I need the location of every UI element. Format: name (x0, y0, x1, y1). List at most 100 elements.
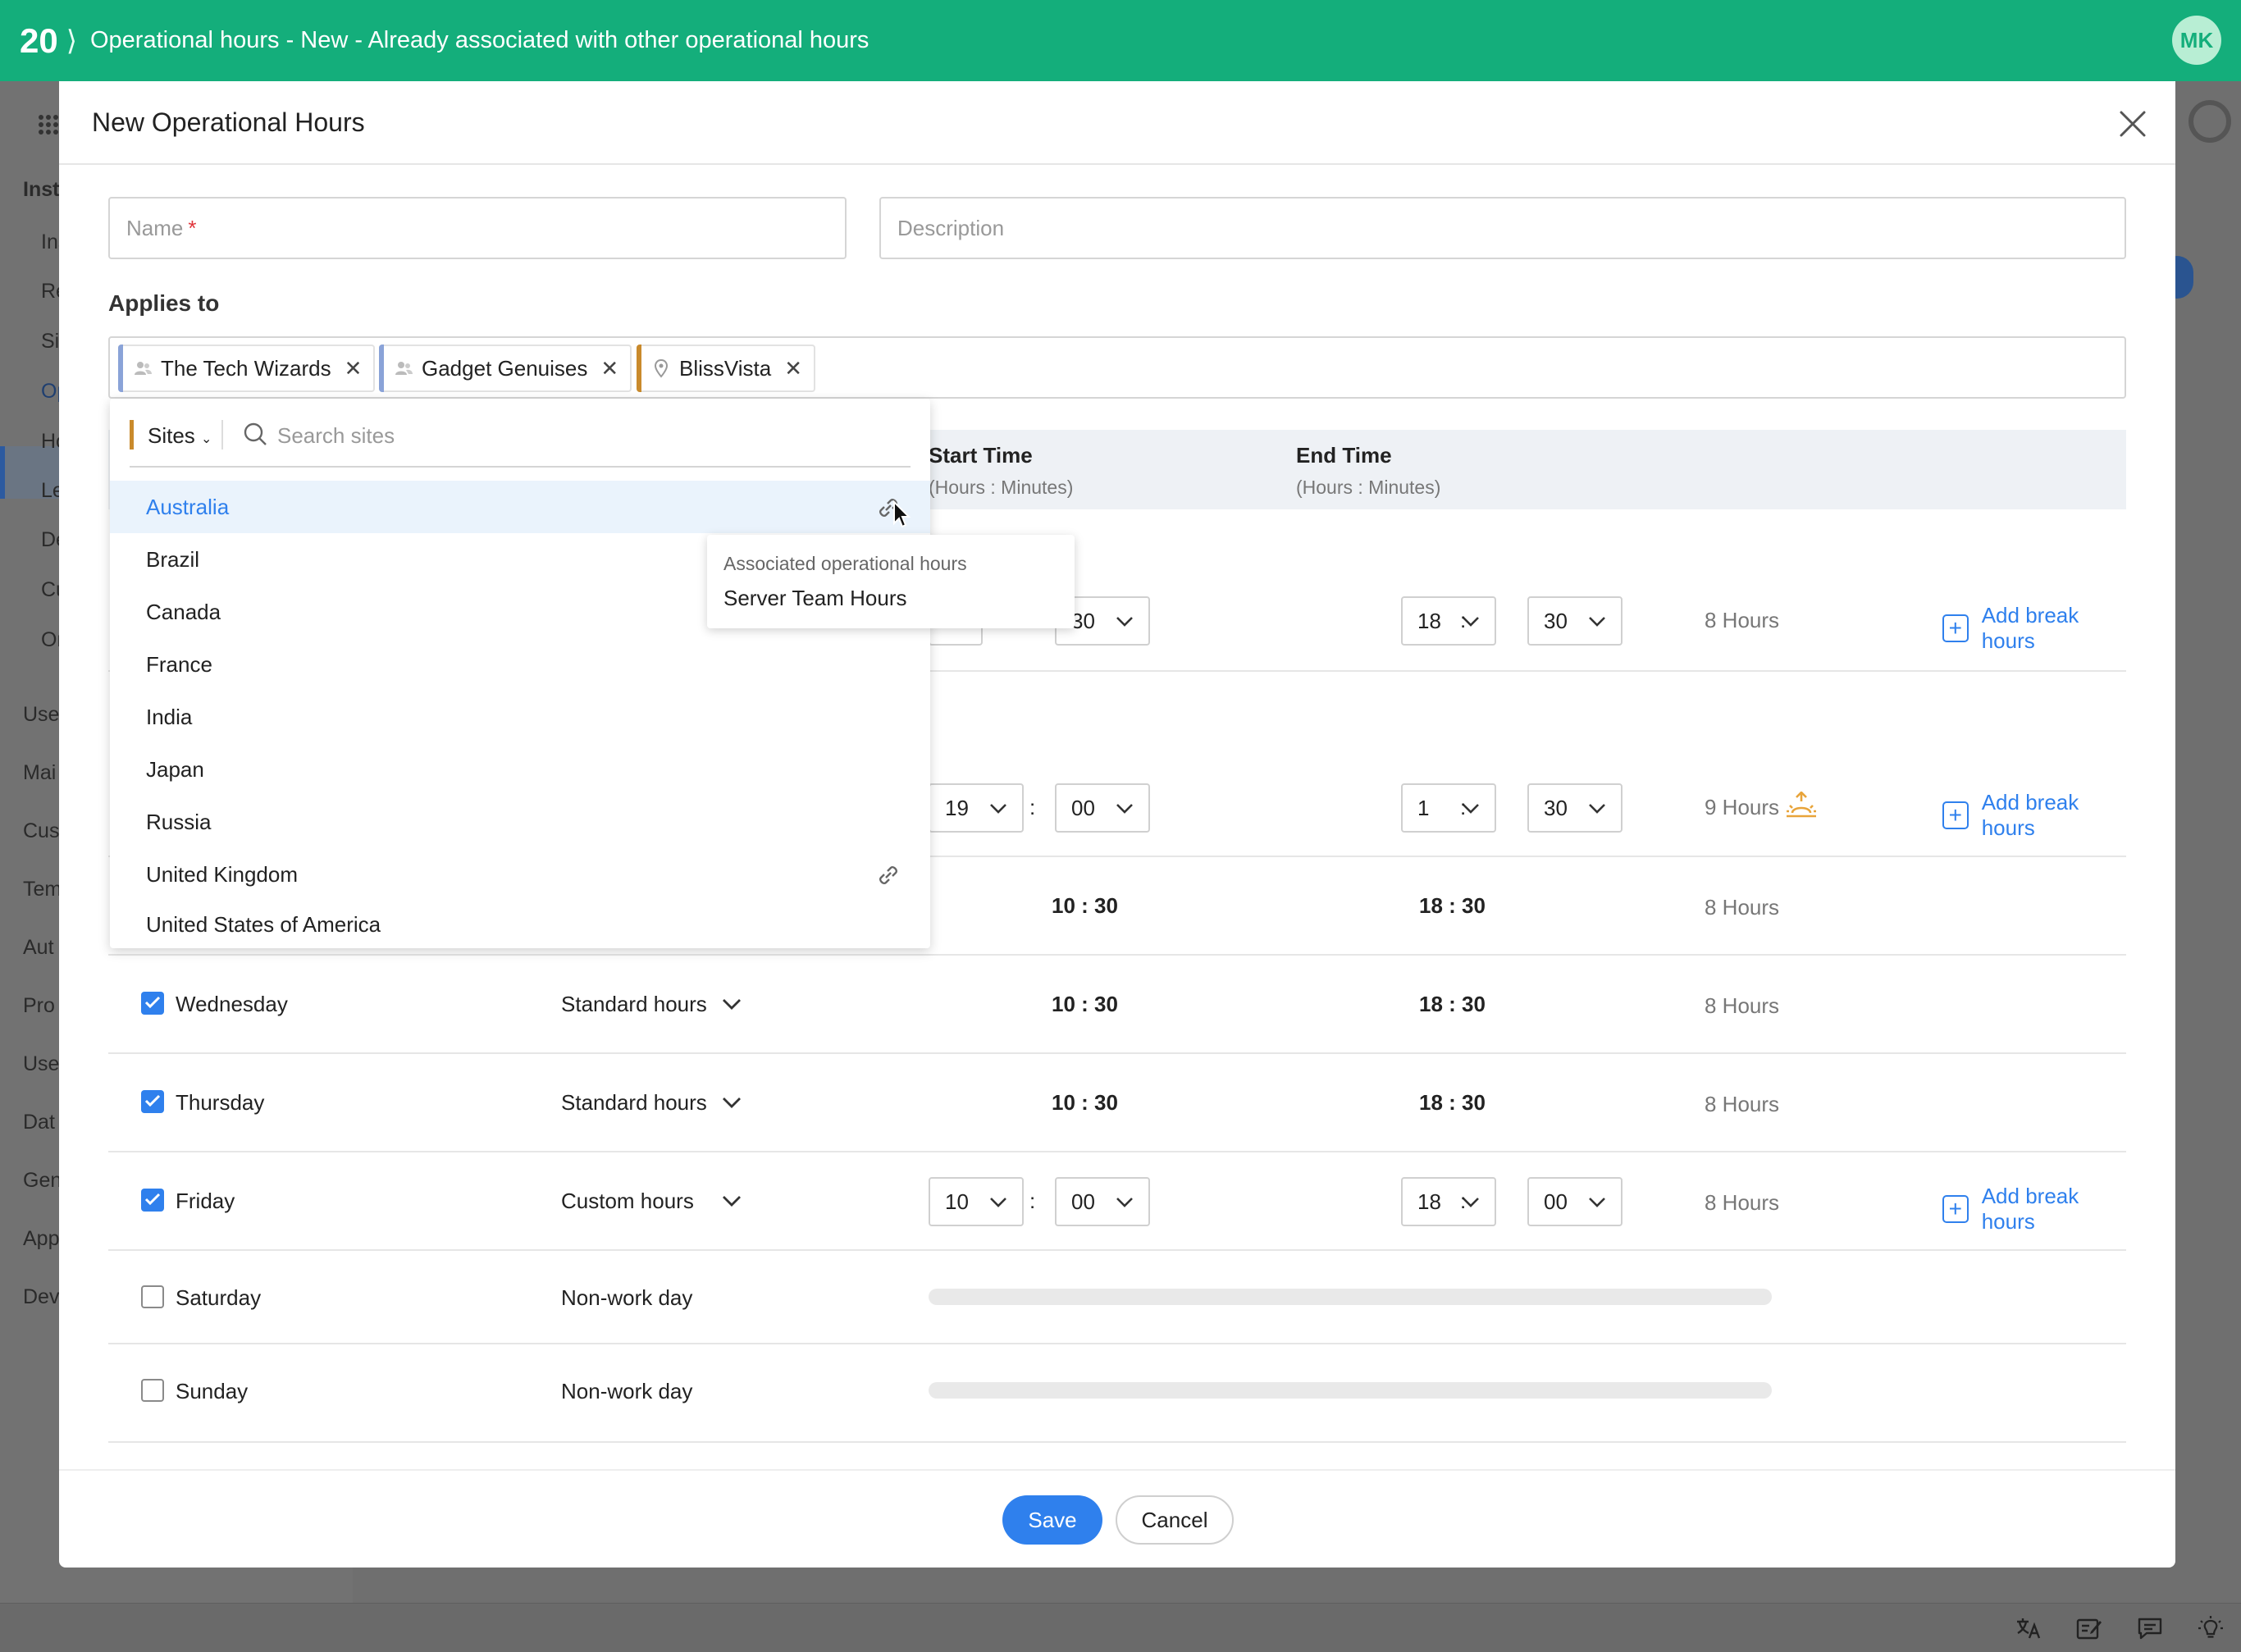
tooltip-title: Associated operational hours (723, 553, 967, 574)
chip-blissvista[interactable]: BlissVista ✕ (637, 345, 816, 392)
disabled-time-track (929, 1382, 1772, 1399)
add-break-hours-button[interactable]: + Add break hours (1942, 603, 2126, 654)
table-row-wednesday: Wednesday Standard hours 10 : 30 18 : 30… (108, 956, 2126, 1054)
chip-the-tech-wizards[interactable]: The Tech Wizards ✕ (118, 345, 376, 392)
add-break-hours-button[interactable]: + Add break hours (1942, 1184, 2126, 1234)
save-button[interactable]: Save (1002, 1495, 1102, 1545)
notes-icon[interactable] (2075, 1615, 2103, 1641)
plus-icon: + (1942, 801, 1969, 829)
hours-type-select[interactable]: Custom hours (561, 1189, 694, 1214)
sites-color-bar (130, 420, 134, 450)
start-hour-select[interactable]: 10 (929, 1177, 1024, 1226)
end-minute-select[interactable]: 30 (1527, 783, 1623, 833)
chip-label: Gadget Genuises (422, 355, 588, 381)
day-checkbox[interactable] (141, 1189, 164, 1212)
list-item-australia[interactable]: Australia (110, 481, 930, 533)
day-label: Saturday (176, 1285, 262, 1310)
sites-filter-select[interactable]: Sites ⌄ (148, 423, 212, 449)
time-colon: : (1460, 795, 1467, 819)
chip-color-bar (637, 345, 641, 392)
end-time-value: 18 : 30 (1419, 1090, 1486, 1115)
group-icon (395, 362, 413, 375)
remove-chip-icon[interactable]: ✕ (600, 356, 618, 381)
chip-label: The Tech Wizards (161, 355, 331, 381)
plus-icon: + (1942, 614, 1969, 642)
applies-to-input[interactable]: The Tech Wizards ✕ Gadget Genuises ✕ Bli… (108, 336, 2126, 399)
request-count: 20 (20, 21, 58, 60)
search-sites-input[interactable]: Search sites (277, 423, 395, 449)
background-nav-item: Cus (23, 819, 59, 842)
list-item-united-states-of-america[interactable]: United States of America (110, 901, 930, 948)
breadcrumb-separator-icon: ⟩ (66, 25, 77, 57)
start-minute-select[interactable]: 00 (1055, 1177, 1150, 1226)
start-time-value: 10 : 30 (1052, 1090, 1118, 1115)
search-icon (244, 422, 267, 445)
chip-gadget-genuises[interactable]: Gadget Genuises ✕ (379, 345, 632, 392)
list-item-france[interactable]: France (110, 638, 930, 691)
duration: 8 Hours (1705, 608, 1780, 632)
hours-type-select[interactable]: Standard hours (561, 1090, 707, 1116)
dialog-title: New Operational Hours (92, 107, 365, 137)
table-row-thursday: Thursday Standard hours 10 : 30 18 : 30 … (108, 1054, 2126, 1152)
time-colon: : (1460, 608, 1467, 632)
hours-type-select[interactable]: Standard hours (561, 992, 707, 1017)
chip-color-bar (379, 345, 384, 392)
link-icon[interactable] (876, 863, 901, 888)
background-nav-item: App (23, 1227, 59, 1250)
background-nav-item: Aut (23, 936, 54, 959)
list-item-japan[interactable]: Japan (110, 743, 930, 796)
start-time-hint: (Hours : Minutes) (929, 477, 1074, 498)
dropdown-search-header: Sites ⌄ Search sites (130, 399, 911, 468)
end-time-value: 18 : 30 (1419, 992, 1486, 1016)
end-minute-select[interactable]: 30 (1527, 596, 1623, 646)
cancel-button[interactable]: Cancel (1116, 1495, 1234, 1545)
day-checkbox[interactable] (141, 1379, 164, 1402)
background-nav-item: Use (23, 703, 59, 726)
chevron-down-icon[interactable] (722, 998, 742, 1011)
remove-chip-icon[interactable]: ✕ (784, 356, 802, 381)
list-item-india[interactable]: India (110, 691, 930, 743)
chevron-down-icon[interactable] (722, 1195, 742, 1208)
day-label: Wednesday (176, 992, 288, 1016)
end-time-hint: (Hours : Minutes) (1296, 477, 1441, 498)
start-time-value: 10 : 30 (1052, 992, 1118, 1016)
background-nav-item: Use (23, 1052, 59, 1075)
add-break-hours-button[interactable]: + Add break hours (1942, 790, 2126, 841)
avatar[interactable]: MK (2172, 16, 2221, 65)
chevron-down-icon: ⌄ (201, 432, 212, 446)
background-profile-icon (2189, 100, 2231, 143)
end-hour-select[interactable]: 18 (1401, 1177, 1496, 1226)
background-nav-item: Pro (23, 994, 55, 1017)
translate-icon[interactable] (2015, 1615, 2042, 1641)
lightbulb-icon[interactable] (2197, 1615, 2225, 1641)
remove-chip-icon[interactable]: ✕ (345, 356, 363, 381)
time-colon: : (1029, 795, 1036, 819)
chip-label: BlissVista (679, 355, 772, 381)
end-hour-select[interactable]: 1 (1401, 783, 1496, 833)
name-field[interactable]: Name * (108, 197, 847, 259)
background-nav-item: Tem (23, 878, 59, 901)
background-right-panel (2175, 81, 2241, 1603)
day-label: Thursday (176, 1090, 265, 1115)
close-icon[interactable] (2116, 107, 2149, 140)
disabled-time-track (929, 1289, 1772, 1305)
app-grid-icon (39, 115, 58, 135)
table-row-friday: Friday Custom hours 10 : 00 18 : 00 8 Ho… (108, 1152, 2126, 1251)
start-time-header: Start Time (929, 443, 1033, 468)
end-minute-select[interactable]: 00 (1527, 1177, 1623, 1226)
start-minute-select[interactable]: 00 (1055, 783, 1150, 833)
description-placeholder: Description (897, 215, 1005, 240)
day-checkbox[interactable] (141, 992, 164, 1015)
chevron-down-icon[interactable] (722, 1097, 742, 1110)
page-title: Operational hours - New - Already associ… (89, 27, 869, 53)
background-nav-item: Gen (23, 1169, 59, 1192)
description-field[interactable]: Description (879, 197, 2126, 259)
list-item-united-kingdom[interactable]: United Kingdom (110, 848, 930, 901)
tooltip-value: Server Team Hours (723, 586, 907, 610)
end-hour-select[interactable]: 18 (1401, 596, 1496, 646)
list-item-russia[interactable]: Russia (110, 796, 930, 848)
start-hour-select[interactable]: 19 (929, 783, 1024, 833)
chat-icon[interactable] (2136, 1615, 2164, 1641)
day-checkbox[interactable] (141, 1285, 164, 1308)
day-checkbox[interactable] (141, 1090, 164, 1113)
